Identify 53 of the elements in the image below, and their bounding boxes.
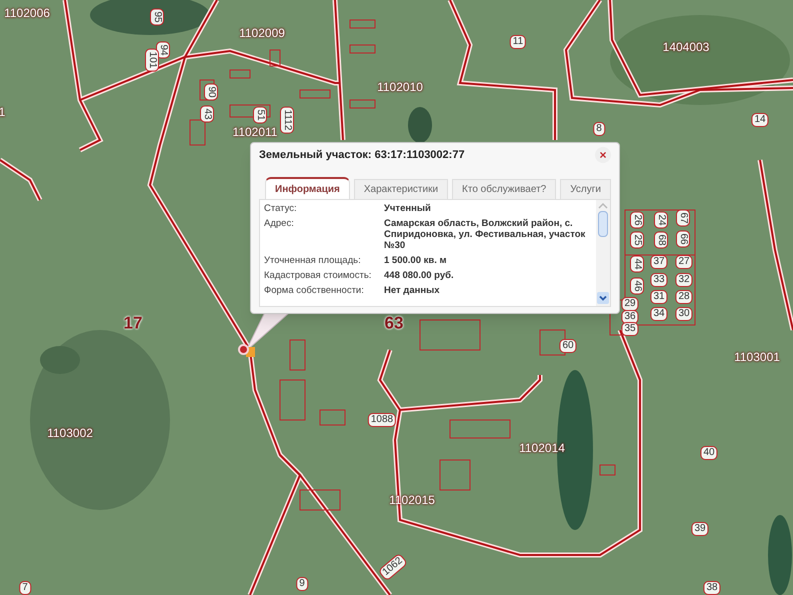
field-value: 1 500.00 кв. м (384, 255, 448, 266)
district-number-label: 63 (384, 312, 404, 334)
field-label: Адрес: (264, 218, 295, 231)
field-value: Учтенный (384, 203, 432, 214)
tab[interactable]: Услуги (560, 179, 611, 199)
block-number-label: 1103001 (734, 349, 780, 366)
block-number-label: 1102014 (519, 440, 565, 457)
parcel-number-label: 9 (296, 577, 308, 591)
parcel-number-label: 28 (675, 290, 693, 304)
scroll-up-icon[interactable] (598, 202, 608, 210)
parcel-number-label: 60 (559, 339, 577, 353)
parcel-number-label: 27 (675, 255, 693, 269)
block-number-label: 1404003 (662, 39, 710, 56)
parcel-number-label: 1112 (280, 106, 294, 134)
parcel-number-label: 14 (751, 113, 769, 127)
parcel-number-label: 33 (650, 273, 668, 287)
location-marker-icon (238, 344, 255, 358)
parcel-number-label: 8 (593, 122, 605, 136)
parcel-number-label: 35 (621, 322, 639, 336)
parcel-number-label: 101 (145, 48, 159, 72)
parcel-number-label: 39 (691, 522, 709, 536)
block-number-label: 1102011 (232, 124, 278, 141)
tab[interactable]: Характеристики (354, 179, 448, 199)
tab[interactable]: Информация (265, 177, 350, 199)
popup-title: Земельный участок: 63:17:1103002:77 (259, 148, 465, 163)
parcel-number-label: 31 (650, 290, 668, 304)
field-value: Самарская область, Волжский район, с. Спиридоновка, ул. Фестивальная, участок №30 (384, 218, 586, 251)
tab[interactable]: Кто обслуживает? (452, 179, 556, 199)
parcel-number-label: 30 (675, 307, 693, 321)
block-number-label: 1103002 (47, 425, 93, 442)
block-number-label: 1102006 (4, 5, 50, 22)
field-value: 448 080.00 руб. (384, 270, 455, 281)
block-number-label: 1102009 (239, 25, 285, 42)
parcel-number-label: 1088 (368, 413, 396, 427)
field-label: Кадастровая стоимость: (264, 270, 372, 281)
field-value: Нет данных (384, 285, 440, 296)
field-label: Форма собственности: (264, 285, 365, 296)
parcel-number-label: 37 (650, 255, 668, 269)
close-button[interactable]: × (595, 147, 611, 163)
scroll-down-icon[interactable] (597, 292, 609, 304)
scroll-thumb[interactable] (598, 210, 608, 236)
parcel-number-label: 32 (675, 273, 693, 287)
district-number-label: 17 (124, 312, 142, 334)
field-label: Уточненная площадь: (264, 255, 362, 266)
block-number-label: 1102010 (377, 79, 423, 96)
parcel-number-label: 7 (19, 581, 31, 595)
parcel-number-label: 38 (703, 581, 721, 595)
parcel-number-label: 40 (700, 446, 718, 460)
parcel-number-label: 11 (510, 35, 526, 49)
block-number-label: 1 (0, 104, 6, 121)
parcel-number-label: 34 (650, 307, 668, 321)
scrollbar[interactable] (596, 200, 610, 306)
field-label: Статус: (264, 203, 298, 214)
